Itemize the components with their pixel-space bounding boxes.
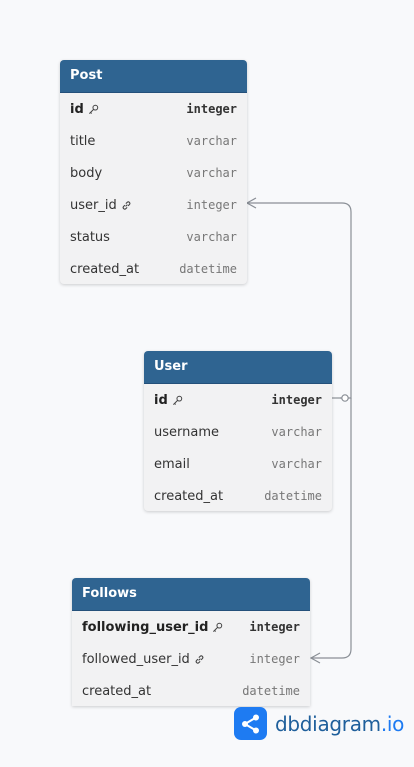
column-type: varchar (271, 425, 322, 439)
column-row[interactable]: status varchar (60, 221, 247, 253)
one-end-user (341, 394, 349, 402)
column-name: title (70, 133, 96, 149)
column-row[interactable]: title varchar (60, 125, 247, 157)
column-name: body (70, 165, 103, 181)
column-type: varchar (186, 134, 237, 148)
column-name: created_at (70, 261, 140, 277)
table-post-header[interactable]: Post (60, 60, 247, 93)
column-name: status (70, 229, 110, 245)
table-user[interactable]: User id integer username varchar email v… (144, 351, 332, 511)
table-follows[interactable]: Follows following_user_id integer follow… (72, 578, 310, 706)
column-row[interactable]: body varchar (60, 157, 247, 189)
column-name: user_id (70, 197, 117, 213)
column-name: id (154, 392, 168, 408)
column-row[interactable]: followed_user_id integer (72, 643, 310, 675)
column-name: id (70, 101, 84, 117)
dbdiagram-logo-icon (234, 707, 267, 740)
column-name: created_at (82, 683, 152, 699)
key-icon (88, 104, 98, 114)
column-row[interactable]: id integer (60, 93, 247, 125)
link-icon (195, 654, 204, 664)
column-type: datetime (264, 489, 322, 503)
brand-name-suffix: .io (380, 711, 405, 736)
column-row[interactable]: username varchar (144, 416, 332, 448)
column-name: email (154, 456, 190, 472)
brand-name-main: dbdiagram (275, 711, 381, 736)
table-follows-header[interactable]: Follows (72, 578, 310, 611)
column-type: integer (249, 620, 300, 634)
crowfoot-post-user (245, 197, 257, 209)
column-type: varchar (186, 230, 237, 244)
column-row[interactable]: id integer (144, 384, 332, 416)
link-icon (122, 200, 131, 210)
table-post[interactable]: Post id integer title varchar body varch… (60, 60, 247, 284)
column-row[interactable]: created_at datetime (60, 253, 247, 284)
column-type: integer (249, 652, 300, 666)
brand-name: dbdiagram.io (275, 712, 404, 736)
column-name: followed_user_id (82, 651, 190, 667)
dbdiagram-logo[interactable]: dbdiagram.io (234, 707, 404, 740)
column-row[interactable]: created_at datetime (144, 480, 332, 511)
column-row[interactable]: user_id integer (60, 189, 247, 221)
column-row[interactable]: following_user_id integer (72, 611, 310, 643)
column-row[interactable]: email varchar (144, 448, 332, 480)
key-icon (172, 395, 182, 405)
column-type: datetime (179, 262, 237, 276)
column-type: varchar (271, 457, 322, 471)
key-icon (213, 622, 223, 632)
column-name: username (154, 424, 219, 440)
table-user-header[interactable]: User (144, 351, 332, 384)
column-type: integer (186, 198, 237, 212)
column-type: integer (186, 102, 237, 116)
column-type: varchar (186, 166, 237, 180)
column-name: following_user_id (82, 619, 209, 635)
column-row[interactable]: created_at datetime (72, 675, 310, 706)
column-name: created_at (154, 488, 224, 504)
column-type: integer (271, 393, 322, 407)
column-type: datetime (242, 684, 300, 698)
crowfoot-follows-user (309, 652, 321, 664)
